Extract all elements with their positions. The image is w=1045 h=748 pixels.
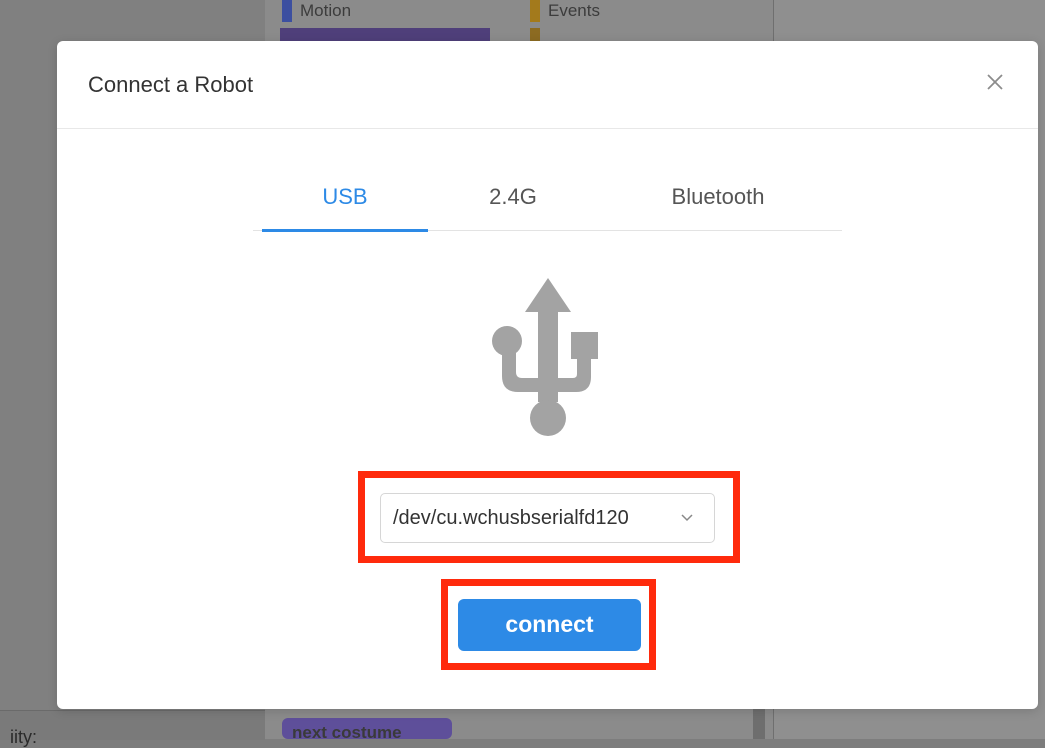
connection-tabs: USB 2.4G Bluetooth (253, 173, 842, 232)
close-icon[interactable] (984, 71, 1006, 93)
next-costume-block: next costume (282, 718, 452, 739)
category-motion: Motion (282, 0, 351, 22)
active-tab-indicator (262, 229, 428, 232)
usb-icon (492, 278, 598, 436)
category-events-label: Events (548, 1, 600, 20)
category-control-swatch (530, 28, 540, 42)
category-motion-swatch (282, 0, 292, 22)
category-events-swatch (530, 0, 540, 22)
tab-usb[interactable]: USB (262, 173, 428, 229)
connect-robot-dialog: Connect a Robot USB 2.4G Bluetooth /dev/… (57, 41, 1038, 709)
category-motion-label: Motion (300, 1, 352, 20)
connect-button[interactable]: connect (458, 599, 641, 651)
dialog-title: Connect a Robot (88, 72, 254, 97)
background-bottom-bar (0, 710, 265, 740)
category-looks-bar (280, 28, 490, 42)
chevron-down-icon (681, 514, 693, 522)
tab-2-4g[interactable]: 2.4G (438, 173, 588, 229)
background-bottom-label: iity: (10, 727, 37, 747)
dialog-header: Connect a Robot (57, 41, 1038, 129)
tab-bluetooth[interactable]: Bluetooth (633, 173, 803, 229)
port-select-value: /dev/cu.wchusbserialfd120 (393, 507, 629, 529)
port-select[interactable]: /dev/cu.wchusbserialfd120 (380, 493, 715, 543)
category-events: Events (530, 0, 600, 22)
